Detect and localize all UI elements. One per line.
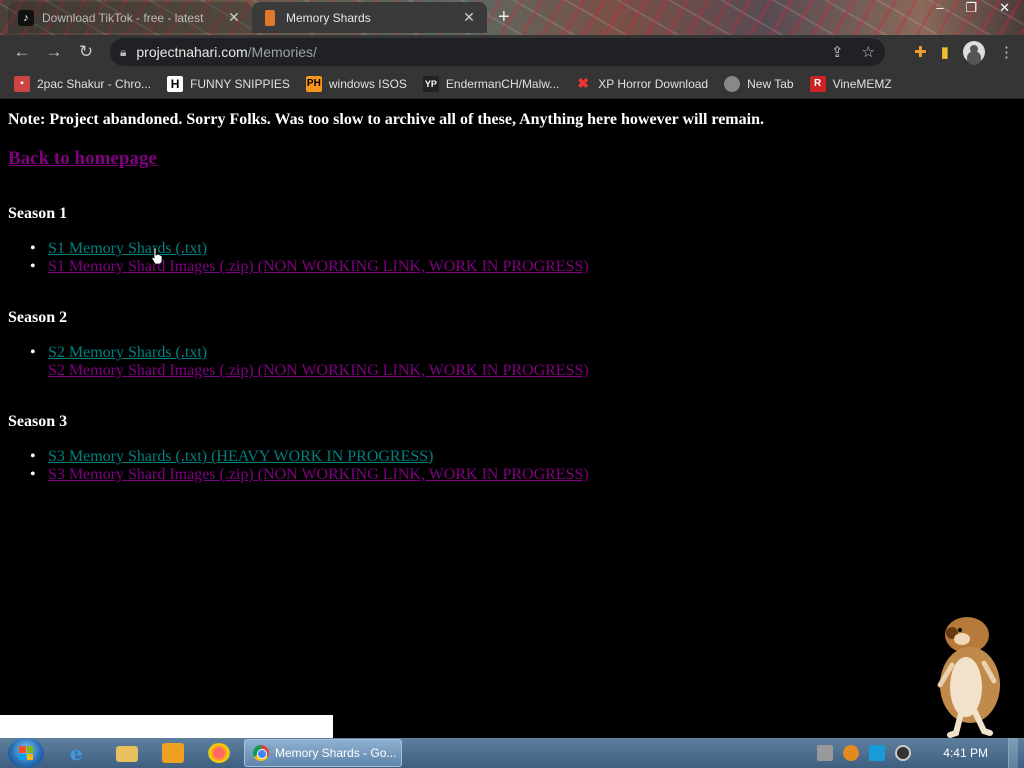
h-favicon-icon: H	[167, 75, 184, 92]
extensions-puzzle-icon[interactable]: ✚	[914, 43, 927, 61]
s3-images-zip-link[interactable]: S3 Memory Shard Images (.zip) (NON WORKI…	[48, 466, 589, 484]
bookmark-label: FUNNY SNIPPIES	[190, 76, 290, 91]
new-tab-button[interactable]: +	[498, 6, 510, 29]
taskbar-clock[interactable]: 4:41 PM	[943, 746, 988, 760]
windows-logo-icon	[19, 746, 33, 760]
bookmark-star-icon[interactable]: ☆	[862, 43, 875, 61]
tray-app-icon[interactable]	[817, 745, 834, 761]
internet-explorer-icon[interactable]: e	[70, 741, 92, 765]
share-icon[interactable]: ⇪	[831, 43, 844, 61]
white-overlay-bar	[0, 715, 333, 738]
season-2-list: • S2 Memory Shards (.txt) S2 Memory Shard…	[30, 344, 589, 380]
x-favicon-icon: ✖	[577, 75, 590, 91]
back-arrow-icon[interactable]: ←	[6, 42, 38, 62]
bookmark-2pac[interactable]: ▪ 2pac Shakur - Chro...	[14, 75, 152, 92]
s1-shards-txt-link[interactable]: S1 Memory Shards (.txt)	[48, 240, 207, 258]
minimize-button[interactable]: –	[936, 0, 943, 16]
bullet: •	[30, 344, 36, 361]
address-bar[interactable]: 🔒︎ projectnahari.com/Memories/ ⇪ ☆	[110, 38, 885, 66]
list-item: • S1 Memory Shard Images (.zip) (NON WORK…	[30, 258, 589, 276]
season-3-list: • S3 Memory Shards (.txt) (HEAVY WORK IN …	[30, 448, 589, 484]
paint-icon[interactable]	[208, 743, 230, 763]
menu-kebab-icon[interactable]: ⋮	[999, 43, 1014, 61]
show-desktop-button[interactable]	[1008, 738, 1018, 768]
season-2-heading: Season 2	[8, 309, 68, 326]
media-player-icon[interactable]	[162, 743, 184, 763]
s3-shards-txt-link[interactable]: S3 Memory Shards (.txt) (HEAVY WORK IN P…	[48, 448, 434, 466]
forward-arrow-icon[interactable]: →	[38, 42, 70, 62]
bullet: •	[30, 466, 36, 483]
start-button[interactable]	[8, 738, 44, 768]
yp-favicon-icon: YP	[422, 75, 439, 92]
browser-tab-strip: ♪ Download TikTok - free - latest ✕ Memo…	[0, 0, 1024, 35]
s1-images-zip-link[interactable]: S1 Memory Shard Images (.zip) (NON WORKI…	[48, 258, 589, 276]
page-content: Note: Project abandoned. Sorry Folks. Wa…	[0, 100, 1024, 738]
bookmark-label: New Tab	[747, 76, 794, 91]
bookmark-new-tab[interactable]: New Tab	[724, 75, 794, 92]
system-tray: 4:41 PM	[817, 738, 1024, 768]
tiktok-icon: ♪	[18, 9, 34, 26]
bullet: •	[30, 448, 36, 465]
tab-title: Download TikTok - free - latest	[42, 10, 204, 25]
volume-tray-icon[interactable]	[895, 745, 912, 761]
r-favicon-icon: R	[809, 75, 826, 92]
season-1-list: • S1 Memory Shards (.txt) • S1 Memory Shar…	[30, 240, 589, 276]
lock-icon: 🔒︎	[120, 44, 127, 59]
bookmark-windows-isos[interactable]: PH windows ISOS	[305, 75, 407, 92]
close-window-button[interactable]: ✕	[999, 0, 1010, 16]
abandoned-note: Note: Project abandoned. Sorry Folks. Wa…	[8, 111, 764, 128]
taskbar-task-label: Memory Shards - Go...	[275, 746, 397, 760]
tab-memory-shards[interactable]: Memory Shards ✕	[252, 2, 487, 33]
list-item: • S1 Memory Shards (.txt)	[30, 240, 589, 258]
tab-close-icon[interactable]: ✕	[226, 9, 242, 26]
bookmark-label: EndermanCH/Malw...	[445, 76, 560, 91]
back-to-homepage-link[interactable]: Back to homepage	[8, 148, 157, 170]
ph-favicon-icon: PH	[305, 75, 322, 92]
season-1-heading: Season 1	[8, 205, 68, 222]
bookmark-endermanch[interactable]: YP EndermanCH/Malw...	[422, 75, 560, 92]
window-controls: – ❐ ✕	[936, 0, 1010, 16]
tab-close-icon[interactable]: ✕	[461, 9, 477, 26]
dancing-hamster-gif	[937, 617, 1000, 738]
bullet: •	[30, 240, 36, 257]
search-tray-icon[interactable]	[843, 745, 860, 761]
tab-title: Memory Shards	[286, 10, 371, 25]
bookmark-label: windows ISOS	[328, 76, 407, 91]
bookmark-label: 2pac Shakur - Chro...	[37, 76, 152, 91]
profile-avatar-icon[interactable]	[963, 41, 985, 63]
list-item: • S3 Memory Shards (.txt) (HEAVY WORK IN …	[30, 448, 589, 466]
windows-taskbar: e Memory Shards - Go... 4:41 PM	[0, 738, 1024, 768]
browser-toolbar: ← → ↻ 🔒︎ projectnahari.com/Memories/ ⇪ ☆…	[0, 35, 1024, 69]
list-item: • S2 Memory Shards (.txt)	[30, 344, 589, 362]
url-path: /Memories/	[247, 44, 317, 60]
season-3-heading: Season 3	[8, 413, 68, 430]
tab-tiktok[interactable]: ♪ Download TikTok - free - latest ✕	[8, 2, 252, 33]
globe-favicon-icon	[724, 75, 741, 92]
reload-icon[interactable]: ↻	[70, 42, 102, 62]
2pac-favicon-icon: ▪	[14, 75, 30, 92]
shard-favicon-icon	[265, 9, 275, 26]
side-panel-icon[interactable]: ▮	[941, 43, 949, 61]
maximize-button[interactable]: ❐	[965, 0, 977, 16]
bullet: •	[30, 258, 36, 275]
bookmarks-bar: ▪ 2pac Shakur - Chro... H FUNNY SNIPPIES P…	[0, 69, 1024, 99]
list-item: • S3 Memory Shard Images (.zip) (NON WORK…	[30, 466, 589, 484]
taskbar-chrome-window[interactable]: Memory Shards - Go...	[244, 739, 402, 767]
bookmark-label: XP Horror Download	[598, 76, 709, 91]
file-explorer-icon[interactable]	[116, 746, 138, 762]
list-item: S2 Memory Shard Images (.zip) (NON WORKI…	[30, 362, 589, 380]
s2-images-zip-link[interactable]: S2 Memory Shard Images (.zip) (NON WORKI…	[48, 362, 589, 380]
bookmark-label: VineMEMZ	[832, 76, 892, 91]
bookmark-xp-horror[interactable]: ✖ XP Horror Download	[575, 75, 709, 92]
bookmark-funny-snippies[interactable]: H FUNNY SNIPPIES	[167, 75, 290, 92]
hand-cursor-icon	[151, 247, 163, 265]
s2-shards-txt-link[interactable]: S2 Memory Shards (.txt)	[48, 344, 207, 362]
url-host: projectnahari.com	[136, 44, 248, 60]
bookmark-vinememz[interactable]: R VineMEMZ	[809, 75, 892, 92]
network-tray-icon[interactable]	[869, 745, 886, 761]
chrome-icon	[253, 745, 269, 761]
